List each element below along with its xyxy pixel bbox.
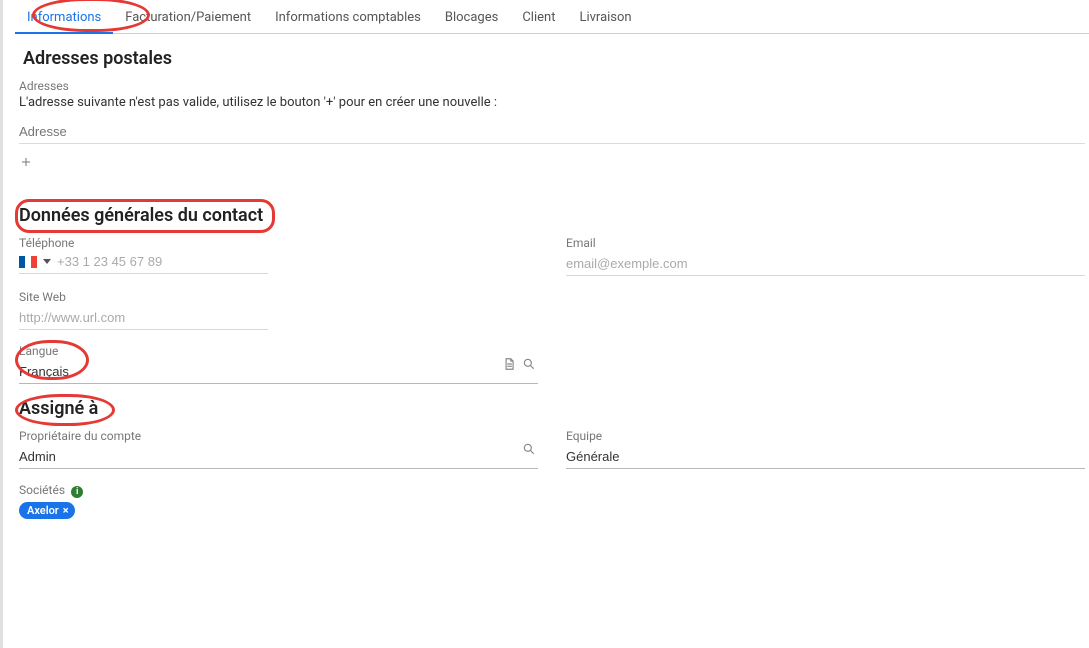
plus-icon xyxy=(19,155,33,169)
web-input[interactable] xyxy=(19,306,268,330)
team-label: Equipe xyxy=(566,429,1085,443)
flag-france-icon xyxy=(19,256,37,268)
addresses-label: Adresses xyxy=(19,79,1085,93)
lang-input[interactable] xyxy=(19,360,538,384)
owner-input[interactable] xyxy=(19,445,538,469)
phone-label: Téléphone xyxy=(19,236,538,250)
addresses-section: Adresses postales Adresses L'adresse sui… xyxy=(15,48,1089,173)
assigned-section: Assigné à Propriétaire du compte Equipe … xyxy=(15,398,1089,519)
owner-label: Propriétaire du compte xyxy=(19,429,538,443)
general-title: Données générales du contact xyxy=(19,205,1089,226)
company-tag[interactable]: Axelor × xyxy=(19,502,75,519)
close-icon[interactable]: × xyxy=(63,504,69,517)
search-icon[interactable] xyxy=(522,357,536,371)
company-tag-label: Axelor xyxy=(27,504,59,517)
email-label: Email xyxy=(566,236,1085,250)
general-section: Données générales du contact Téléphone E… xyxy=(15,205,1089,384)
info-icon[interactable]: i xyxy=(71,486,83,498)
addresses-title: Adresses postales xyxy=(23,48,1085,69)
tab-comptables[interactable]: Informations comptables xyxy=(263,4,433,33)
chevron-down-icon[interactable] xyxy=(43,259,51,264)
phone-field[interactable] xyxy=(19,252,268,274)
assigned-title: Assigné à xyxy=(19,398,1089,419)
email-input[interactable] xyxy=(566,252,1085,276)
search-icon[interactable] xyxy=(522,442,536,456)
phone-input[interactable] xyxy=(57,252,268,271)
tab-livraison[interactable]: Livraison xyxy=(567,4,643,33)
address-input[interactable] xyxy=(19,120,1085,144)
tabs-bar: Informations Facturation/Paiement Inform… xyxy=(15,0,1089,34)
tab-blocages[interactable]: Blocages xyxy=(433,4,510,33)
companies-label: Sociétés xyxy=(19,483,65,497)
tab-informations[interactable]: Informations xyxy=(15,4,113,33)
add-address-button[interactable] xyxy=(19,154,37,173)
team-input[interactable] xyxy=(566,445,1085,469)
lang-label: Langue xyxy=(19,344,538,358)
document-icon[interactable] xyxy=(502,357,516,371)
tab-client[interactable]: Client xyxy=(510,4,567,33)
tab-facturation[interactable]: Facturation/Paiement xyxy=(113,4,263,33)
web-label: Site Web xyxy=(19,290,538,304)
addresses-invalid-msg: L'adresse suivante n'est pas valide, uti… xyxy=(19,95,1085,110)
